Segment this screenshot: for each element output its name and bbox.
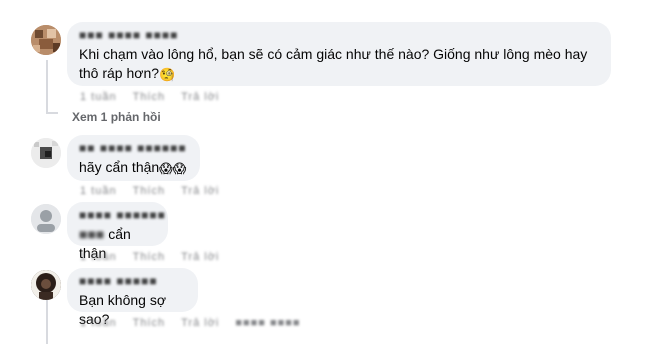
view-replies-link[interactable]: Xem 1 phản hồi [72, 110, 161, 124]
comment-time[interactable]: 1 tuần [80, 317, 117, 329]
reply-link[interactable]: Trả lời [181, 317, 219, 329]
reply-link[interactable]: Trả lời [181, 185, 219, 197]
avatar-image [31, 204, 61, 234]
like-link[interactable]: Thích [133, 251, 166, 263]
comment-text: Khi chạm vào lông hổ, bạn sẽ có cảm giác… [79, 46, 588, 82]
reply-link[interactable]: Trả lời [181, 251, 219, 263]
comment-author[interactable]: ■■■■ ■■■■■■ [79, 208, 165, 222]
like-link[interactable]: Thích [133, 317, 166, 329]
avatar[interactable] [31, 25, 61, 55]
reply-link[interactable]: Trả lời [181, 91, 219, 103]
face-with-monocle-emoji: 🧐 [159, 67, 176, 82]
avatar[interactable] [31, 204, 61, 234]
comment-bubble: ■■ ■■■■ ■■■■■■ hãy cẩn thận😱😱 [67, 135, 200, 181]
comment-bubble: ■■■ ■■■■ ■■■■ Khi chạm vào lông hổ, bạn … [67, 22, 611, 86]
comment-time[interactable]: 1 tuần [80, 251, 117, 263]
comment-actions: 1 tuần Thích Trả lời [80, 91, 235, 103]
comment-actions: 1 tuần Thích Trả lời [80, 251, 235, 263]
comment-author[interactable]: ■■■■ ■■■■■ [79, 274, 186, 288]
avatar-image [31, 138, 61, 168]
comment-actions: 1 tuần Thích Trả lời ■■■■ ■■■■ [80, 317, 317, 329]
thread-line-elbow [46, 112, 58, 114]
comment-author[interactable]: ■■ ■■■■ ■■■■■■ [79, 141, 188, 155]
comment-time[interactable]: 1 tuần [80, 91, 117, 103]
tagged-name[interactable]: ■■■ [79, 226, 104, 242]
comment-text: hãy cẩn thận😱😱 [79, 159, 187, 176]
screaming-face-emoji: 😱😱 [159, 161, 187, 176]
avatar-image [31, 270, 61, 300]
comment-bubble: ■■■■ ■■■■■ Bạn không sợ sao? [67, 268, 198, 327]
like-link[interactable]: Thích [133, 91, 166, 103]
comment-bubble: ■■■■ ■■■■■■ ■■■ cẩn thận [67, 202, 168, 261]
avatar-image [31, 25, 61, 55]
avatar[interactable] [31, 270, 61, 300]
comment-author[interactable]: ■■■ ■■■■ ■■■■ [79, 28, 599, 42]
reply-author-preview: ■■■■ ■■■■ [235, 317, 301, 329]
comment-actions: 1 tuần Thích Trả lời [80, 185, 235, 197]
thread-line [46, 60, 48, 114]
avatar[interactable] [31, 138, 61, 168]
like-link[interactable]: Thích [133, 185, 166, 197]
comment-time[interactable]: 1 tuần [80, 185, 117, 197]
thread-line [46, 300, 48, 344]
